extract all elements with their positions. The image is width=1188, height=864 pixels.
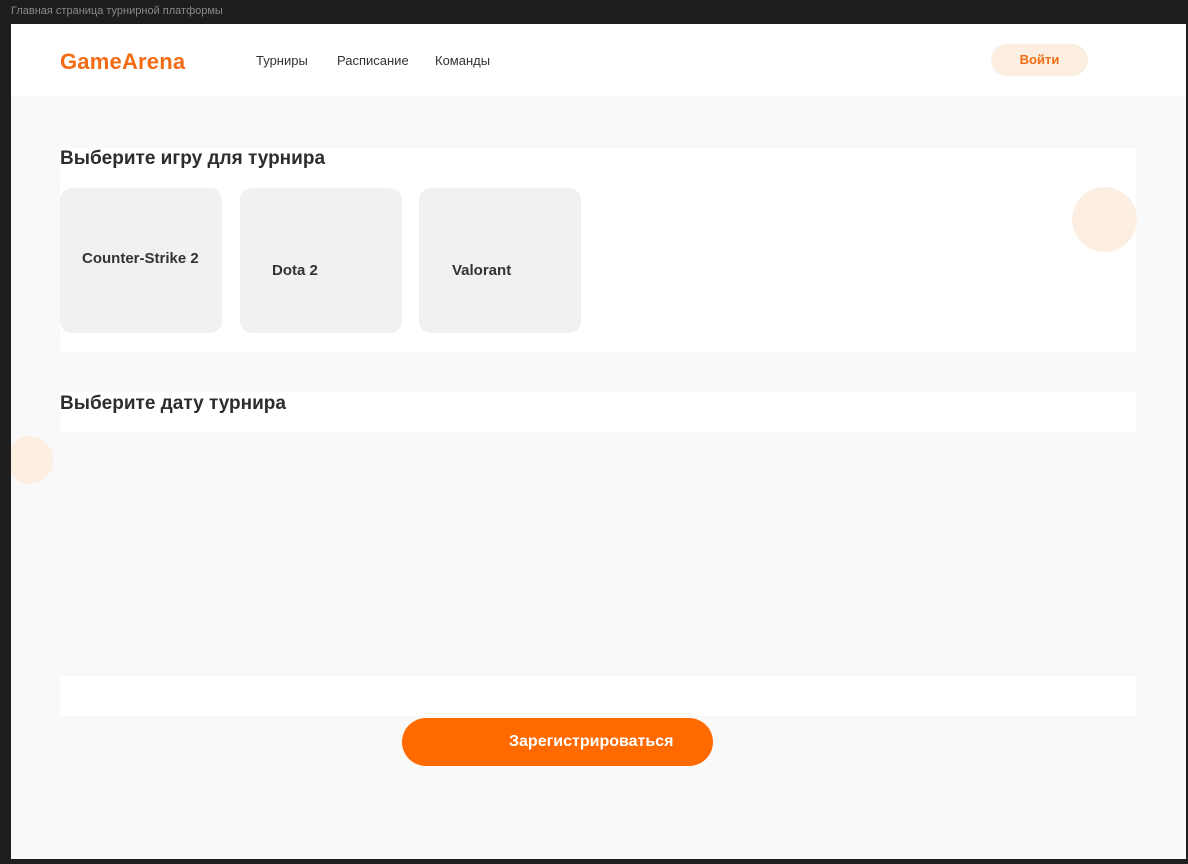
game-card-label: Dota 2 [272, 262, 318, 279]
game-card-label: Counter-Strike 2 [82, 250, 199, 267]
register-button-label: Зарегистрироваться [509, 733, 674, 750]
login-button[interactable]: Войти [991, 44, 1088, 76]
date-footer-panel [60, 676, 1136, 716]
nav-link-teams[interactable]: Команды [435, 53, 490, 68]
game-card-valorant[interactable]: Valorant [419, 188, 581, 333]
date-section-title: Выберите дату турнира [60, 393, 286, 414]
page-frame: GameArena Турниры Расписание Команды Вой… [11, 24, 1186, 859]
register-button[interactable]: Зарегистрироваться [402, 718, 713, 766]
decorative-circle [1072, 187, 1137, 252]
decorative-circle [11, 436, 53, 484]
nav-link-schedule[interactable]: Расписание [337, 53, 409, 68]
game-card-dota-2[interactable]: Dota 2 [240, 188, 402, 333]
site-header: GameArena Турниры Расписание Команды Вой… [11, 24, 1186, 96]
game-card-label: Valorant [452, 262, 512, 279]
game-card-counter-strike-2[interactable]: Counter-Strike 2 [60, 188, 222, 333]
window-title: Главная страница турнирной платформы [0, 0, 1188, 24]
logo[interactable]: GameArena [60, 49, 185, 75]
nav-link-tournaments[interactable]: Турниры [256, 53, 308, 68]
games-section-title: Выберите игру для турнира [60, 148, 326, 169]
